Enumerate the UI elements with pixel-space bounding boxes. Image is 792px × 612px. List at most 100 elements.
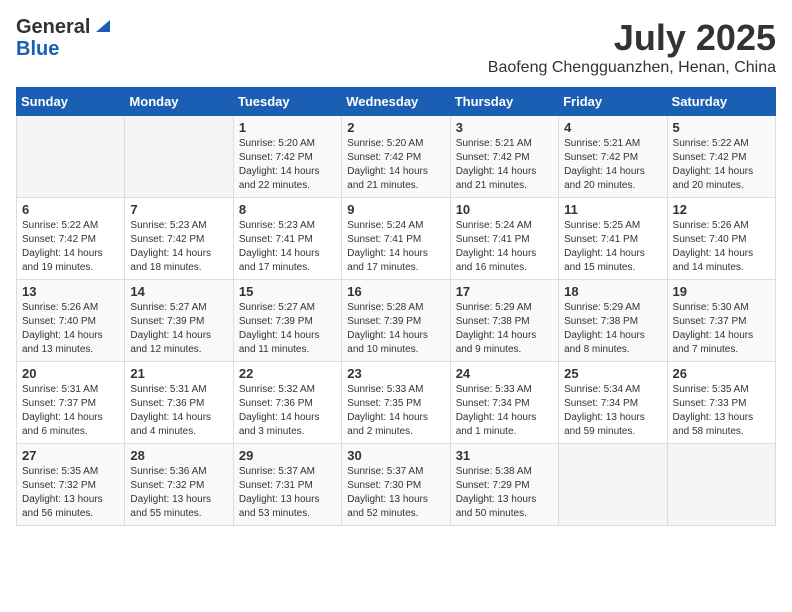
- calendar-cell: 22 Sunrise: 5:32 AMSunset: 7:36 PMDayligh…: [233, 362, 341, 444]
- day-number: 14: [130, 284, 227, 299]
- calendar-cell: [125, 116, 233, 198]
- day-number: 12: [673, 202, 770, 217]
- day-info: Sunrise: 5:24 AMSunset: 7:41 PMDaylight:…: [347, 219, 444, 275]
- calendar-cell: 3 Sunrise: 5:21 AMSunset: 7:42 PMDaylight…: [450, 116, 558, 198]
- calendar-cell: 7 Sunrise: 5:23 AMSunset: 7:42 PMDaylight…: [125, 198, 233, 280]
- calendar-cell: [17, 116, 125, 198]
- calendar-cell: 29 Sunrise: 5:37 AMSunset: 7:31 PMDayligh…: [233, 444, 341, 526]
- day-number: 3: [456, 120, 553, 135]
- weekday-header: Sunday: [17, 88, 125, 116]
- calendar-cell: 26 Sunrise: 5:35 AMSunset: 7:33 PMDayligh…: [667, 362, 775, 444]
- calendar-cell: 27 Sunrise: 5:35 AMSunset: 7:32 PMDayligh…: [17, 444, 125, 526]
- calendar-week-row: 27 Sunrise: 5:35 AMSunset: 7:32 PMDayligh…: [17, 444, 776, 526]
- calendar-table: SundayMondayTuesdayWednesdayThursdayFrid…: [16, 87, 776, 526]
- calendar-header-row: SundayMondayTuesdayWednesdayThursdayFrid…: [17, 88, 776, 116]
- day-info: Sunrise: 5:35 AMSunset: 7:33 PMDaylight:…: [673, 383, 770, 439]
- calendar-cell: [667, 444, 775, 526]
- day-info: Sunrise: 5:33 AMSunset: 7:35 PMDaylight:…: [347, 383, 444, 439]
- calendar-cell: 2 Sunrise: 5:20 AMSunset: 7:42 PMDaylight…: [342, 116, 450, 198]
- calendar-week-row: 1 Sunrise: 5:20 AMSunset: 7:42 PMDaylight…: [17, 116, 776, 198]
- calendar-week-row: 13Sunrise: 5:26 AMSunset: 7:40 PMDayligh…: [17, 280, 776, 362]
- day-number: 28: [130, 448, 227, 463]
- day-number: 29: [239, 448, 336, 463]
- day-number: 18: [564, 284, 661, 299]
- calendar-cell: 8Sunrise: 5:23 AMSunset: 7:41 PMDaylight…: [233, 198, 341, 280]
- calendar-cell: 11Sunrise: 5:25 AMSunset: 7:41 PMDayligh…: [559, 198, 667, 280]
- calendar-cell: 10 Sunrise: 5:24 AMSunset: 7:41 PMDayligh…: [450, 198, 558, 280]
- calendar-cell: 23 Sunrise: 5:33 AMSunset: 7:35 PMDayligh…: [342, 362, 450, 444]
- weekday-header: Friday: [559, 88, 667, 116]
- day-number: 22: [239, 366, 336, 381]
- day-number: 7: [130, 202, 227, 217]
- calendar-week-row: 6Sunrise: 5:22 AMSunset: 7:42 PMDaylight…: [17, 198, 776, 280]
- day-info: Sunrise: 5:27 AMSunset: 7:39 PMDaylight:…: [130, 301, 227, 357]
- calendar-cell: 21 Sunrise: 5:31 AMSunset: 7:36 PMDayligh…: [125, 362, 233, 444]
- calendar-cell: 31Sunrise: 5:38 AMSunset: 7:29 PMDayligh…: [450, 444, 558, 526]
- day-info: Sunrise: 5:23 AMSunset: 7:42 PMDaylight:…: [130, 219, 227, 275]
- logo-triangle-icon: [92, 16, 110, 34]
- day-info: Sunrise: 5:32 AMSunset: 7:36 PMDaylight:…: [239, 383, 336, 439]
- day-number: 1: [239, 120, 336, 135]
- day-info: Sunrise: 5:31 AMSunset: 7:37 PMDaylight:…: [22, 383, 119, 439]
- calendar-cell: 17Sunrise: 5:29 AMSunset: 7:38 PMDayligh…: [450, 280, 558, 362]
- day-number: 9: [347, 202, 444, 217]
- day-info: Sunrise: 5:36 AMSunset: 7:32 PMDaylight:…: [130, 465, 227, 521]
- calendar-cell: 5Sunrise: 5:22 AMSunset: 7:42 PMDaylight…: [667, 116, 775, 198]
- weekday-header: Wednesday: [342, 88, 450, 116]
- day-info: Sunrise: 5:33 AMSunset: 7:34 PMDaylight:…: [456, 383, 553, 439]
- day-info: Sunrise: 5:29 AMSunset: 7:38 PMDaylight:…: [564, 301, 661, 357]
- day-info: Sunrise: 5:24 AMSunset: 7:41 PMDaylight:…: [456, 219, 553, 275]
- location-title: Baofeng Chengguanzhen, Henan, China: [488, 59, 776, 77]
- day-number: 23: [347, 366, 444, 381]
- day-info: Sunrise: 5:26 AMSunset: 7:40 PMDaylight:…: [673, 219, 770, 275]
- calendar-cell: 1Sunrise: 5:20 AMSunset: 7:42 PMDaylight…: [233, 116, 341, 198]
- calendar-cell: 28 Sunrise: 5:36 AMSunset: 7:32 PMDayligh…: [125, 444, 233, 526]
- day-number: 6: [22, 202, 119, 217]
- day-number: 25: [564, 366, 661, 381]
- day-info: Sunrise: 5:34 AMSunset: 7:34 PMDaylight:…: [564, 383, 661, 439]
- calendar-cell: 30Sunrise: 5:37 AMSunset: 7:30 PMDayligh…: [342, 444, 450, 526]
- day-number: 20: [22, 366, 119, 381]
- day-number: 13: [22, 284, 119, 299]
- day-info: Sunrise: 5:37 AMSunset: 7:31 PMDaylight:…: [239, 465, 336, 521]
- calendar-cell: 14 Sunrise: 5:27 AMSunset: 7:39 PMDayligh…: [125, 280, 233, 362]
- calendar-cell: [559, 444, 667, 526]
- calendar-cell: 25 Sunrise: 5:34 AMSunset: 7:34 PMDayligh…: [559, 362, 667, 444]
- day-number: 17: [456, 284, 553, 299]
- day-info: Sunrise: 5:31 AMSunset: 7:36 PMDaylight:…: [130, 383, 227, 439]
- calendar-cell: 18 Sunrise: 5:29 AMSunset: 7:38 PMDayligh…: [559, 280, 667, 362]
- day-number: 5: [673, 120, 770, 135]
- day-info: Sunrise: 5:20 AMSunset: 7:42 PMDaylight:…: [347, 137, 444, 193]
- calendar-cell: 12 Sunrise: 5:26 AMSunset: 7:40 PMDayligh…: [667, 198, 775, 280]
- title-block: July 2025 Baofeng Chengguanzhen, Henan, …: [488, 16, 776, 77]
- weekday-header: Saturday: [667, 88, 775, 116]
- calendar-cell: 16Sunrise: 5:28 AMSunset: 7:39 PMDayligh…: [342, 280, 450, 362]
- page-header: General Blue July 2025 Baofeng Chengguan…: [16, 16, 776, 77]
- day-number: 10: [456, 202, 553, 217]
- calendar-week-row: 20 Sunrise: 5:31 AMSunset: 7:37 PMDayligh…: [17, 362, 776, 444]
- day-number: 11: [564, 202, 661, 217]
- day-number: 27: [22, 448, 119, 463]
- calendar-cell: 24Sunrise: 5:33 AMSunset: 7:34 PMDayligh…: [450, 362, 558, 444]
- day-number: 15: [239, 284, 336, 299]
- day-info: Sunrise: 5:21 AMSunset: 7:42 PMDaylight:…: [456, 137, 553, 193]
- calendar-cell: 20 Sunrise: 5:31 AMSunset: 7:37 PMDayligh…: [17, 362, 125, 444]
- calendar-cell: 19Sunrise: 5:30 AMSunset: 7:37 PMDayligh…: [667, 280, 775, 362]
- weekday-header: Monday: [125, 88, 233, 116]
- calendar-cell: 6Sunrise: 5:22 AMSunset: 7:42 PMDaylight…: [17, 198, 125, 280]
- day-info: Sunrise: 5:37 AMSunset: 7:30 PMDaylight:…: [347, 465, 444, 521]
- weekday-header: Tuesday: [233, 88, 341, 116]
- day-info: Sunrise: 5:35 AMSunset: 7:32 PMDaylight:…: [22, 465, 119, 521]
- calendar-cell: 15Sunrise: 5:27 AMSunset: 7:39 PMDayligh…: [233, 280, 341, 362]
- day-number: 21: [130, 366, 227, 381]
- day-info: Sunrise: 5:38 AMSunset: 7:29 PMDaylight:…: [456, 465, 553, 521]
- calendar-cell: 13Sunrise: 5:26 AMSunset: 7:40 PMDayligh…: [17, 280, 125, 362]
- day-number: 26: [673, 366, 770, 381]
- logo-general-text: General: [16, 16, 90, 38]
- day-number: 16: [347, 284, 444, 299]
- day-number: 2: [347, 120, 444, 135]
- calendar-cell: 4Sunrise: 5:21 AMSunset: 7:42 PMDaylight…: [559, 116, 667, 198]
- day-number: 19: [673, 284, 770, 299]
- logo-blue-text: Blue: [16, 38, 59, 60]
- day-number: 4: [564, 120, 661, 135]
